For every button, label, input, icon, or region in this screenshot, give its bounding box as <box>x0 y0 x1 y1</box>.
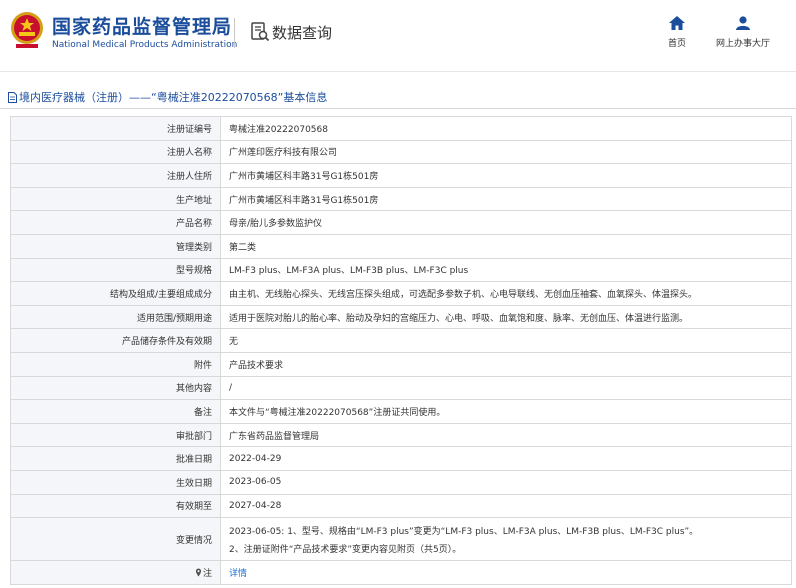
change-history-line1: 2023-06-05: 1、型号、规格由“LM-F3 plus”变更为“LM-F… <box>229 526 699 537</box>
document-search-icon <box>251 22 270 42</box>
note-label: 注 <box>202 568 212 579</box>
field-value: 2022-04-29 <box>220 446 792 471</box>
field-value: 广东省药品监督管理局 <box>220 422 792 448</box>
home-icon <box>669 16 685 30</box>
table-row: 注册人住所 广州市黄埔区科丰路31号G1栋501房 <box>10 163 792 188</box>
field-value: 粤械注准20222070568 <box>220 116 792 141</box>
pin-icon <box>195 568 202 577</box>
brand-name-en: National Medical Products Administration <box>52 40 238 50</box>
field-label: 变更情况 <box>10 517 221 562</box>
header-divider <box>234 18 235 48</box>
table-row: 批准日期 2022-04-29 <box>10 446 792 471</box>
table-row: 适用范围/预期用途 适用于医院对胎儿的胎心率、胎动及孕妇的宫缩压力、心电、呼吸、血… <box>10 304 792 330</box>
field-label: 适用范围/预期用途 <box>10 304 221 330</box>
field-label: 产品名称 <box>10 210 221 235</box>
change-history-line2: 2、注册证附件“产品技术要求”变更内容见附页（共5页）。 <box>229 544 462 555</box>
field-label: 型号规格 <box>10 257 221 283</box>
field-label: 结构及组成/主要组成成分 <box>10 281 221 306</box>
field-value: 母亲/胎儿多参数监护仪 <box>220 210 792 235</box>
field-label: 注册证编号 <box>10 116 221 141</box>
table-row-note: 注 详情 <box>10 560 792 585</box>
table-row: 注册人名称 广州莲印医疗科技有限公司 <box>10 139 792 165</box>
field-value: 第二类 <box>220 233 792 259</box>
field-label: 其他内容 <box>10 375 221 401</box>
note-value-cell: 详情 <box>220 560 792 585</box>
page-title: 境内医疗器械（注册）——“粤械注准20222070568”基本信息 <box>8 89 327 105</box>
field-value: 广州莲印医疗科技有限公司 <box>220 139 792 165</box>
table-row: 附件 产品技术要求 <box>10 351 792 377</box>
field-value: 广州市黄埔区科丰路31号G1栋501房 <box>220 186 792 212</box>
field-label: 批准日期 <box>10 446 221 471</box>
document-icon <box>8 92 17 103</box>
table-row: 生效日期 2023-06-05 <box>10 469 792 495</box>
record-table: 注册证编号 粤械注准20222070568 注册人名称 广州莲印医疗科技有限公司 注册人… <box>10 116 792 585</box>
data-query-label[interactable]: 数据查询 <box>272 22 332 43</box>
table-row: 产品储存条件及有效期无 <box>10 328 792 353</box>
table-row: 有效期至 2027-04-28 <box>10 493 792 519</box>
table-row: 注册证编号 粤械注准20222070568 <box>10 116 792 141</box>
field-value: 无 <box>220 328 792 353</box>
table-row: 生产地址 广州市黄埔区科丰路31号G1栋501房 <box>10 186 792 212</box>
field-value: 2023-06-05 <box>220 469 792 495</box>
field-value: 本文件与“粤械注准20222070568”注册证共同使用。 <box>220 399 792 424</box>
table-row: 产品名称 母亲/胎儿多参数监护仪 <box>10 210 792 235</box>
title-divider <box>0 108 796 109</box>
field-label: 生产地址 <box>10 186 221 212</box>
field-label: 注册人住所 <box>10 163 221 188</box>
field-value: 适用于医院对胎儿的胎心率、胎动及孕妇的宫缩压力、心电、呼吸、血氧饱和度、脉率、无… <box>220 304 792 330</box>
field-value: / <box>220 375 792 401</box>
field-value: 由主机、无线胎心探头、无线宫压探头组成，可选配多参数子机、心电导联线、无创血压袖… <box>220 281 792 306</box>
field-value: 产品技术要求 <box>220 351 792 377</box>
user-icon <box>736 16 750 30</box>
field-value: 广州市黄埔区科丰路31号G1栋501房 <box>220 163 792 188</box>
table-row: 备注 本文件与“粤械注准20222070568”注册证共同使用。 <box>10 399 792 424</box>
field-label: 附件 <box>10 351 221 377</box>
nav-service-hall[interactable]: 网上办事大厅 <box>712 16 774 49</box>
field-label: 备注 <box>10 399 221 424</box>
field-label: 审批部门 <box>10 422 221 448</box>
field-label: 有效期至 <box>10 493 221 519</box>
field-label: 管理类别 <box>10 233 221 259</box>
field-label: 产品储存条件及有效期 <box>10 328 221 353</box>
details-link[interactable]: 详情 <box>229 569 247 579</box>
nav-service-hall-label: 网上办事大厅 <box>715 39 770 49</box>
table-row: 结构及组成/主要组成成分 由主机、无线胎心探头、无线宫压探头组成，可选配多参数子机… <box>10 281 792 306</box>
page-title-text: 境内医疗器械（注册）——“粤械注准20222070568”基本信息 <box>19 91 328 104</box>
table-row: 其他内容 / <box>10 375 792 401</box>
change-history-value: 2023-06-05: 1、型号、规格由“LM-F3 plus”变更为“LM-F… <box>220 517 792 562</box>
table-row: 型号规格 LM-F3 plus、LM-F3A plus、LM-F3B plus、L… <box>10 257 792 283</box>
site-header: 国家药品监督管理局 National Medical Products Admi… <box>0 0 796 72</box>
field-value: LM-F3 plus、LM-F3A plus、LM-F3B plus、LM-F3… <box>220 257 792 283</box>
table-row: 审批部门 广东省药品监督管理局 <box>10 422 792 448</box>
table-row: 管理类别 第二类 <box>10 233 792 259</box>
field-label: 注册人名称 <box>10 139 221 165</box>
brand-name-cn[interactable]: 国家药品监督管理局 <box>52 12 232 39</box>
nav-home[interactable]: 首页 <box>664 16 690 49</box>
field-label: 生效日期 <box>10 469 221 495</box>
field-value: 2027-04-28 <box>220 493 792 519</box>
nav-home-label: 首页 <box>667 39 686 49</box>
note-label-cell: 注 <box>10 560 221 585</box>
national-emblem-icon <box>11 12 43 48</box>
table-row-change-history: 变更情况 2023-06-05: 1、型号、规格由“LM-F3 plus”变更为“… <box>10 517 792 562</box>
